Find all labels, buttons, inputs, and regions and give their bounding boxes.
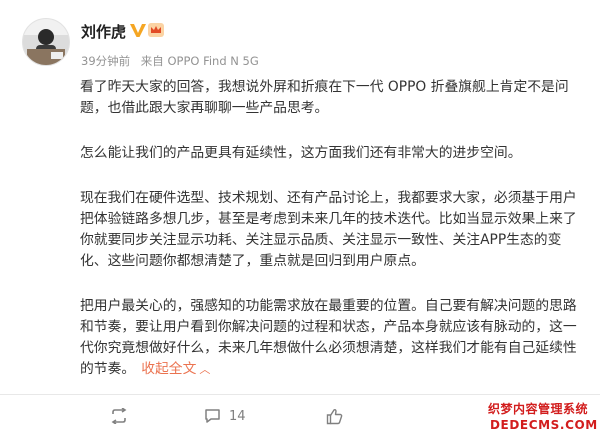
- chevron-up-icon: ︿: [199, 363, 211, 376]
- author-name[interactable]: 刘作虎: [81, 21, 126, 42]
- collapse-button[interactable]: 收起全文 ︿: [141, 361, 210, 377]
- weibo-post-card: 刘作虎 39分钟前 来自 OPPO Find N 5G 看了昨天大家的回答，我想…: [0, 0, 600, 437]
- post-paragraph: 看了昨天大家的回答，我想说外屏和折痕在下一代 OPPO 折叠旗舰上肯定不是问题，…: [80, 79, 569, 116]
- collapse-label: 收起全文: [141, 361, 197, 377]
- like-button[interactable]: [326, 404, 343, 428]
- post-paragraph-last: 把用户最关心的，强感知的功能需求放在最重要的位置。自己要有解决问题的思路和节奏，…: [80, 296, 586, 380]
- verified-v-badge-icon: [130, 24, 146, 37]
- comment-count: 14: [229, 408, 246, 424]
- comment-button[interactable]: 14: [204, 404, 246, 428]
- avatar[interactable]: [22, 18, 70, 66]
- avatar-photo: [23, 19, 69, 65]
- repost-button[interactable]: [110, 404, 128, 428]
- post-content: 看了昨天大家的回答，我想说外屏和折痕在下一代 OPPO 折叠旗舰上肯定不是问题，…: [80, 77, 586, 380]
- repost-icon: [111, 408, 127, 424]
- watermark-line-1: 织梦内容管理系统: [488, 402, 589, 416]
- post-paragraph: 怎么能让我们的产品更具有延续性，这方面我们还有非常大的进步空间。: [80, 145, 522, 161]
- thumbs-up-icon: [326, 408, 343, 424]
- watermark: 织梦内容管理系统 DEDECMS.COM: [482, 396, 600, 437]
- member-crown-icon[interactable]: [148, 23, 164, 37]
- post-time[interactable]: 39分钟前: [81, 54, 130, 68]
- post-paragraph: 现在我们在硬件选型、技术规划、还有产品讨论上，我都要求大家，必须基于用户把体验链…: [80, 190, 577, 269]
- watermark-line-2: DEDECMS.COM: [490, 418, 598, 432]
- post-source: 来自 OPPO Find N 5G: [140, 54, 259, 68]
- post-meta: 39分钟前 来自 OPPO Find N 5G: [81, 53, 266, 69]
- divider: [0, 394, 600, 395]
- comment-icon: [205, 409, 220, 423]
